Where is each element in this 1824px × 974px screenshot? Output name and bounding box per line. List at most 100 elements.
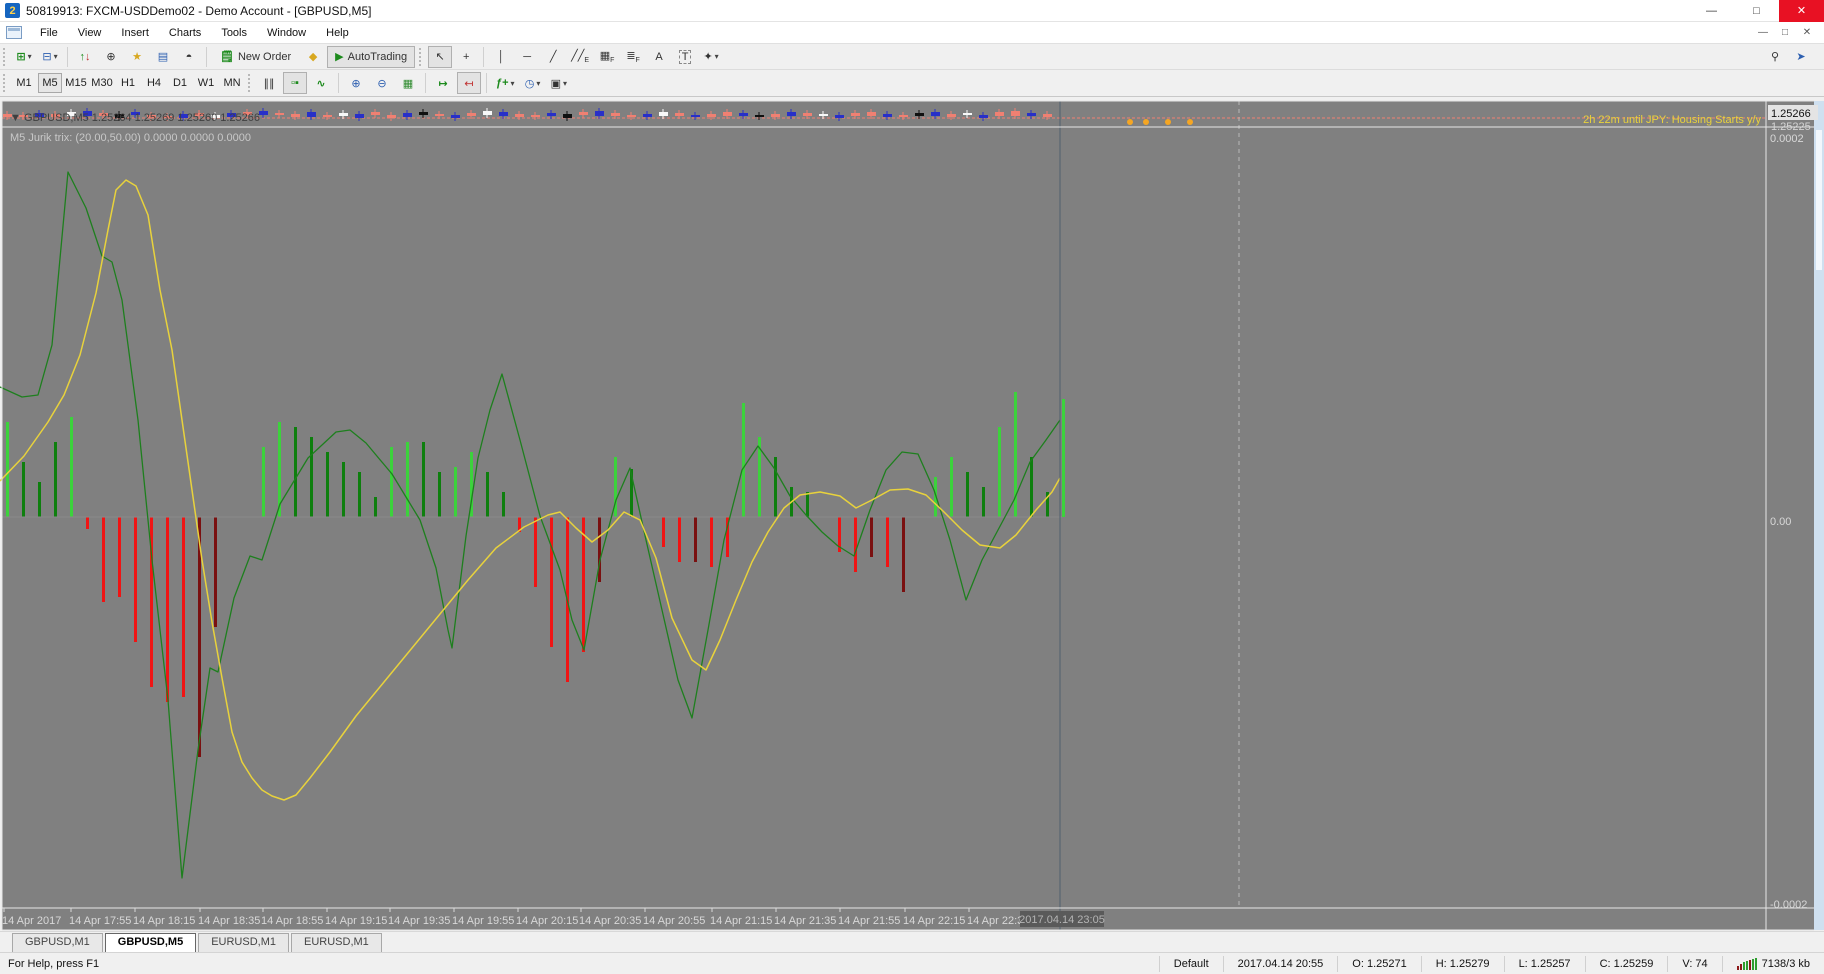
maximize-button[interactable]: □ — [1734, 0, 1779, 22]
time-axis-label: 14 Apr 21:55 — [838, 915, 900, 927]
timeframe-m15-button[interactable]: M15 — [64, 73, 88, 93]
text-tool[interactable]: A — [647, 46, 671, 68]
auto-scroll-button[interactable]: ↦ — [431, 72, 455, 94]
status-volume: V: 74 — [1667, 955, 1721, 972]
menu-help[interactable]: Help — [316, 24, 359, 42]
chart-tab-eurusd-m1-2[interactable]: EURUSD,M1 — [198, 933, 289, 952]
trix-histogram-bar — [438, 472, 441, 517]
trix-histogram-bar — [582, 517, 585, 652]
trix-histogram-bar — [38, 482, 41, 517]
bar-chart-button[interactable]: ∥∥ — [257, 72, 281, 94]
menu-charts[interactable]: Charts — [159, 24, 211, 42]
candle-body — [659, 112, 668, 116]
candle-body — [291, 114, 300, 117]
indicators-button[interactable]: ƒ+ ▾ — [492, 72, 519, 94]
candle-body — [275, 113, 284, 115]
community-button[interactable]: ➤ — [1789, 46, 1813, 68]
menu-tools[interactable]: Tools — [211, 24, 257, 42]
menu-file[interactable]: File — [30, 24, 68, 42]
line-chart-icon: ∿ — [316, 77, 326, 90]
trix-histogram-bar — [358, 472, 361, 517]
chart-tab-gbpusd-m1-0[interactable]: GBPUSD,M1 — [12, 933, 103, 952]
candle-body — [771, 114, 780, 117]
chart-background[interactable] — [2, 101, 1816, 930]
timeframe-d1-button[interactable]: D1 — [168, 73, 192, 93]
status-low: L: 1.25257 — [1503, 955, 1585, 972]
time-axis-label: 14 Apr 20:35 — [579, 915, 641, 927]
timeframe-m1-button[interactable]: M1 — [12, 73, 36, 93]
status-profile[interactable]: Default — [1158, 955, 1223, 972]
close-button[interactable]: ✕ — [1779, 0, 1824, 22]
timeframe-h1-button[interactable]: H1 — [116, 73, 140, 93]
fibonacci-tool[interactable]: ≣F — [621, 46, 645, 68]
autotrading-button[interactable]: ▶ AutoTrading — [327, 45, 416, 68]
trix-histogram-bar — [1062, 399, 1065, 517]
templates-button[interactable]: ▣ ▾ — [547, 72, 571, 94]
candlestick-button[interactable]: ▫▪ — [283, 72, 307, 94]
new-order-button[interactable]: 🗒︎ New Order — [212, 46, 299, 68]
fibonacci-grid-tool[interactable]: ▦F — [595, 46, 619, 68]
chart-area[interactable]: 2h 22m until JPY: Housing Starts y/y ▼ GB… — [0, 97, 1824, 931]
strategy-tester-icon: ◓ — [185, 50, 193, 63]
news-event-dot — [1143, 119, 1149, 125]
data-window-button[interactable]: ⊕ — [99, 46, 123, 68]
timeframe-m5-button[interactable]: M5 — [38, 73, 62, 93]
new-chart-button[interactable]: ⊞ ▾ — [12, 46, 36, 68]
candle-body — [323, 115, 332, 117]
cursor-tool-button[interactable]: ↖ — [428, 45, 453, 68]
timeframe-m30-button[interactable]: M30 — [90, 73, 114, 93]
crosshair-tool-button[interactable]: + — [454, 46, 478, 68]
equidistant-channel-tool[interactable]: ╱╱E — [567, 46, 593, 68]
menu-view[interactable]: View — [68, 24, 112, 42]
search-button[interactable]: ⚲ — [1763, 46, 1787, 68]
chart-tab-eurusd-m1-3[interactable]: EURUSD,M1 — [291, 933, 382, 952]
chart-tab-gbpusd-m5-1[interactable]: GBPUSD,M5 — [104, 933, 197, 952]
navigator-button[interactable]: ★ — [125, 46, 149, 68]
menu-insert[interactable]: Insert — [111, 24, 159, 42]
trendline-tool[interactable]: ╱ — [541, 46, 565, 68]
news-event-dot — [1165, 119, 1171, 125]
zoom-in-button[interactable]: ⊕ — [344, 72, 368, 94]
trix-histogram-bar — [982, 487, 985, 517]
terminal-button[interactable]: ▤ — [151, 46, 175, 68]
timeframe-mn-button[interactable]: MN — [220, 73, 244, 93]
toolbar-grip — [3, 47, 8, 66]
cursor-icon: ↖ — [435, 51, 445, 63]
crosshair-icon: + — [462, 50, 470, 63]
market-watch-button[interactable]: ↑↓ — [73, 46, 97, 68]
horizontal-line-tool[interactable]: ─ — [515, 46, 539, 68]
child-restore-button[interactable]: □ — [1776, 27, 1794, 38]
chart-shift-button[interactable]: ↤ — [457, 72, 481, 94]
menu-window[interactable]: Window — [257, 24, 316, 42]
tile-windows-icon: ▦ — [402, 77, 414, 90]
candle-body — [883, 114, 892, 117]
candle-body — [739, 113, 748, 116]
periods-button[interactable]: ◷ ▾ — [521, 72, 545, 94]
tile-windows-button[interactable]: ▦ — [396, 72, 420, 94]
navigator-icon: ★ — [132, 51, 142, 63]
candle-body — [723, 112, 732, 116]
child-minimize-button[interactable]: ― — [1754, 27, 1772, 38]
time-axis-label: 14 Apr 18:35 — [198, 915, 260, 927]
trix-histogram-bar — [422, 442, 425, 517]
metaeditor-button[interactable]: ◆ — [301, 46, 325, 68]
indicator-label: M5 Jurik trix: (20.00,50.00) 0.0000 0.00… — [10, 132, 251, 144]
child-close-button[interactable]: ✕ — [1798, 27, 1816, 38]
candle-body — [947, 114, 956, 117]
text-label-icon: T — [678, 49, 692, 64]
gbpusd-m5-chart[interactable]: 2h 22m until JPY: Housing Starts y/y ▼ GB… — [0, 97, 1824, 931]
strategy-tester-button[interactable]: ◓ — [177, 46, 201, 68]
time-axis-label: 14 Apr 20:55 — [643, 915, 705, 927]
text-label-tool[interactable]: T — [673, 46, 697, 68]
arrows-tool[interactable]: ✦ ▾ — [699, 46, 723, 68]
candle-body — [755, 115, 764, 117]
timeframe-w1-button[interactable]: W1 — [194, 73, 218, 93]
vertical-line-tool[interactable]: │ — [489, 46, 513, 68]
candle-body — [307, 112, 316, 117]
zoom-out-button[interactable]: ⊖ — [370, 72, 394, 94]
minimize-button[interactable]: ― — [1689, 0, 1734, 22]
profiles-button[interactable]: ⊟ ▾ — [38, 46, 62, 68]
line-chart-button[interactable]: ∿ — [309, 72, 333, 94]
timeframe-h4-button[interactable]: H4 — [142, 73, 166, 93]
chart-window-icon[interactable] — [6, 26, 22, 39]
